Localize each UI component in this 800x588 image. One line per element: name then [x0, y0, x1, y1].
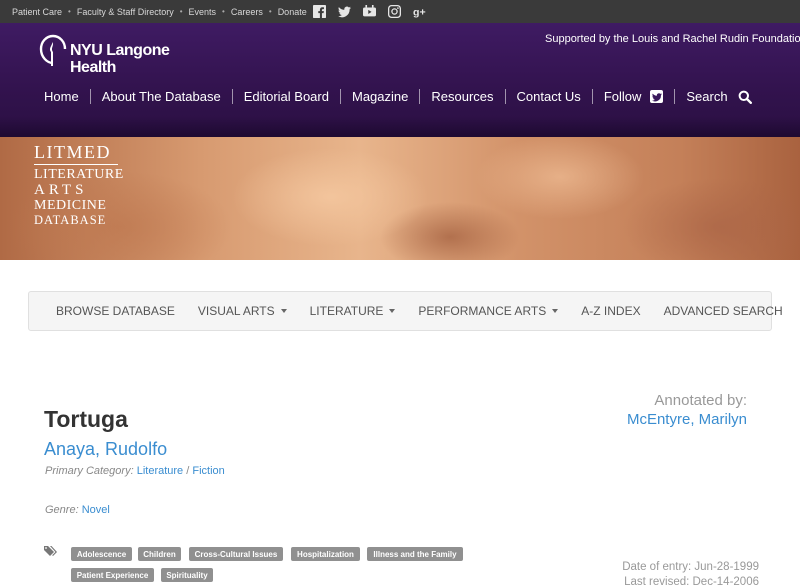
last-revised: Last revised: Dec-14-2006 — [624, 576, 759, 588]
nyu-langone-logo[interactable]: NYU Langone Health — [38, 33, 170, 77]
annotated-by-label: Annotated by: — [654, 392, 747, 409]
logo-text-line1: NYU Langone — [70, 42, 170, 59]
tag-cross-cultural-issues[interactable]: Cross-Cultural Issues — [189, 547, 283, 561]
genre-label: Genre: — [45, 504, 79, 516]
tags-icon — [44, 545, 59, 558]
tag-illness-and-the-family[interactable]: Illness and the Family — [367, 547, 463, 561]
category-literature-link[interactable]: Literature — [137, 465, 183, 477]
utility-separator: • — [268, 7, 272, 16]
annotator-link[interactable]: McEntyre, Marilyn — [627, 411, 747, 428]
banner-rule — [34, 164, 118, 165]
category-separator: / — [186, 465, 190, 477]
database-nav: BROWSE DATABASE VISUAL ARTS LITERATURE P… — [28, 291, 783, 331]
primary-category-label: Primary Category: — [45, 465, 134, 477]
careers-link[interactable]: Careers — [231, 7, 263, 17]
visual-arts-dropdown[interactable]: VISUAL ARTS — [198, 304, 287, 318]
twitter-follow-icon[interactable] — [650, 90, 664, 103]
advanced-search-link[interactable]: ADVANCED SEARCH — [664, 304, 783, 318]
utility-bar: Patient Care • Faculty & Staff Directory… — [0, 0, 800, 23]
banner-arts: ARTS — [34, 182, 88, 198]
googleplus-icon[interactable]: g+ — [413, 5, 426, 18]
nav-magazine[interactable]: Magazine — [352, 89, 408, 104]
main-nav: Home About The Database Editorial Board … — [44, 89, 752, 104]
nav-editorial-board[interactable]: Editorial Board — [244, 89, 329, 104]
site-header: NYU Langone Health Supported by the Loui… — [0, 23, 800, 137]
browse-database-label: BROWSE DATABASE — [56, 304, 175, 318]
nav-divider — [89, 89, 91, 104]
nav-divider — [231, 89, 233, 104]
instagram-icon[interactable] — [387, 5, 401, 18]
nav-home[interactable]: Home — [44, 89, 79, 104]
tag-adolescence[interactable]: Adolescence — [71, 547, 132, 561]
directory-link[interactable]: Faculty & Staff Directory — [77, 7, 174, 17]
svg-text:g+: g+ — [413, 7, 426, 18]
twitter-icon[interactable] — [337, 5, 351, 18]
browse-database-link[interactable]: BROWSE DATABASE — [56, 304, 175, 318]
az-index-label: A-Z INDEX — [581, 304, 641, 318]
youtube-icon[interactable] — [362, 5, 376, 18]
literature-label: LITERATURE — [309, 304, 384, 318]
utility-separator: • — [222, 7, 225, 16]
litmed-wordmark[interactable]: LITMED LITERATURE ARTS MEDICINE DATABASE — [34, 143, 124, 227]
banner-medicine: MEDICINE — [34, 198, 107, 213]
primary-category: Primary Category: Literature / Fiction — [45, 465, 225, 477]
nav-resources[interactable]: Resources — [431, 89, 493, 104]
performance-arts-label: PERFORMANCE ARTS — [418, 304, 547, 318]
utility-separator: • — [179, 7, 183, 16]
nav-divider — [504, 89, 506, 104]
litmed-banner: LITMED LITERATURE ARTS MEDICINE DATABASE — [0, 137, 800, 260]
nav-search[interactable]: Search — [686, 89, 727, 104]
nav-about[interactable]: About The Database — [102, 89, 221, 104]
nav-contact[interactable]: Contact Us — [517, 89, 581, 104]
nav-divider — [591, 89, 593, 104]
az-index-link[interactable]: A-Z INDEX — [581, 304, 640, 318]
genre: Genre: Novel — [45, 504, 110, 516]
tag-hospitalization[interactable]: Hospitalization — [291, 547, 360, 561]
date-of-entry: Date of entry: Jun-28-1999 — [622, 561, 759, 573]
record-dates: Date of entry: Jun-28-1999 Last revised:… — [622, 560, 759, 588]
banner-literature: LITERATURE — [34, 167, 124, 182]
performance-arts-dropdown[interactable]: PERFORMANCE ARTS — [418, 304, 559, 318]
record-author-link[interactable]: Anaya, Rudolfo — [44, 439, 167, 460]
caret-down-icon — [389, 309, 396, 313]
nav-divider — [674, 89, 676, 104]
donate-link[interactable]: Donate — [278, 7, 307, 17]
logo-text-line2: Health — [70, 59, 116, 76]
nav-divider — [339, 89, 341, 104]
banner-litmed: LITMED — [34, 142, 111, 162]
tag-spirituality[interactable]: Spirituality — [161, 568, 213, 582]
torch-logo-icon — [39, 34, 67, 66]
literature-dropdown[interactable]: LITERATURE — [310, 304, 396, 318]
tag-patient-experience[interactable]: Patient Experience — [71, 568, 154, 582]
record-title: Tortuga — [44, 406, 128, 432]
nav-follow[interactable]: Follow — [604, 89, 642, 104]
advanced-search-label: ADVANCED SEARCH — [663, 304, 783, 318]
caret-down-icon — [280, 309, 287, 313]
nav-divider — [419, 89, 421, 104]
social-links: g+ — [312, 5, 438, 18]
facebook-icon[interactable] — [312, 5, 326, 18]
utility-separator: • — [68, 7, 71, 16]
visual-arts-label: VISUAL ARTS — [197, 304, 275, 318]
supported-by-text: Supported by the Louis and Rachel Rudin … — [545, 33, 800, 45]
search-icon[interactable] — [738, 90, 752, 104]
caret-down-icon — [552, 309, 559, 313]
genre-novel-link[interactable]: Novel — [82, 504, 110, 516]
tag-children[interactable]: Children — [138, 547, 181, 561]
events-link[interactable]: Events — [189, 7, 217, 17]
banner-database: DATABASE — [34, 213, 107, 227]
category-fiction-link[interactable]: Fiction — [192, 465, 224, 477]
patient-care-link[interactable]: Patient Care — [12, 7, 62, 17]
